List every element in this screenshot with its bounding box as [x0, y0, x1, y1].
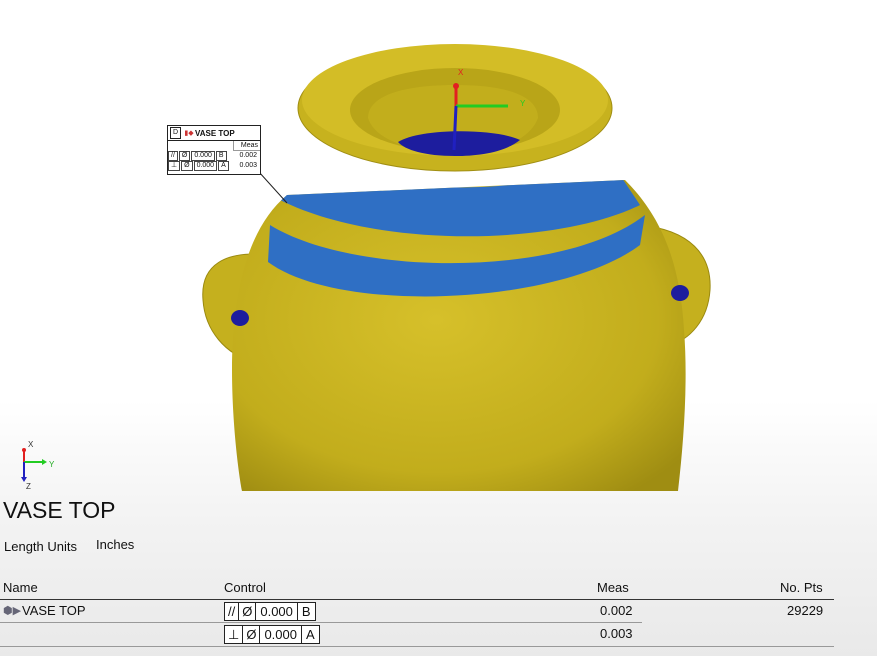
fcf-meas-header: Meas — [233, 141, 260, 151]
diameter-symbol: Ø — [181, 161, 193, 171]
callout-leader — [258, 171, 288, 204]
vase-model[interactable]: X Y — [0, 0, 877, 495]
diameter-symbol: Ø — [243, 626, 261, 643]
header-divider — [0, 599, 834, 600]
tolerance-value: 0.000 — [260, 626, 302, 643]
fcf-callout[interactable]: D ▮◆ VASE TOP Meas // Ø 0.000 B 0.002 ⊥ … — [167, 125, 261, 175]
datum-ref: B — [301, 604, 311, 619]
table-bottom-line — [0, 646, 834, 647]
parallelism-symbol: // — [168, 151, 178, 161]
control-frame: // Ø 0.000 B — [224, 602, 316, 621]
datum-ref: B — [215, 151, 227, 161]
meas-value: 0.003 — [239, 162, 257, 169]
fcf-title: VASE TOP — [195, 128, 235, 138]
triad-z-label: Z — [26, 482, 31, 491]
tolerance-value: 0.000 — [256, 603, 298, 620]
feature-icon: ⬢▶ — [3, 605, 22, 617]
view-orientation-triad: X Y Z — [10, 437, 70, 492]
length-units-label: Length Units — [4, 539, 77, 554]
datum-ref: A — [306, 627, 315, 642]
fcf-row-parallelism: // Ø 0.000 B 0.002 — [168, 151, 260, 161]
length-units-value: Inches — [96, 537, 135, 552]
perpendicularity-symbol: ⊥ — [225, 626, 244, 643]
datum-ref: A — [218, 161, 229, 171]
diameter-symbol: Ø — [178, 151, 191, 161]
origin-y-label: Y — [520, 99, 526, 108]
parallelism-symbol: // — [225, 603, 240, 620]
col-header-meas: Meas — [597, 580, 629, 595]
meas-value: 0.002 — [600, 603, 633, 618]
vase-feature-icon: ▮◆ — [184, 130, 194, 137]
meas-value: 0.002 — [239, 152, 257, 159]
row-divider — [0, 622, 642, 623]
fcf-datum-label: D — [170, 127, 181, 139]
report-title: VASE TOP — [3, 497, 116, 523]
diameter-symbol: Ø — [239, 603, 257, 620]
tolerance-value: 0.000 — [191, 151, 215, 161]
3d-viewport[interactable]: X Y D ▮◆ VASE TOP Meas // Ø 0.000 B 0.00… — [0, 0, 877, 495]
col-header-control: Control — [224, 580, 266, 595]
tolerance-value: 0.000 — [193, 161, 218, 171]
triad-x-label: X — [28, 440, 34, 449]
triad-y-label: Y — [49, 460, 55, 469]
meas-value: 0.003 — [600, 626, 633, 641]
control-frame: ⊥ Ø 0.000 A — [224, 625, 320, 644]
col-header-npts: No. Pts — [780, 580, 823, 595]
npts-value: 29229 — [787, 603, 824, 618]
fcf-header: D ▮◆ VASE TOP — [168, 126, 260, 141]
col-header-name: Name — [3, 580, 38, 595]
fcf-row-perpendicularity: ⊥ Ø 0.000 A 0.003 — [168, 161, 260, 171]
perpendicularity-symbol: ⊥ — [168, 161, 181, 171]
origin-x-label: X — [458, 68, 464, 77]
origin-z-axis — [452, 105, 458, 151]
row-name: VASE TOP — [22, 603, 86, 618]
